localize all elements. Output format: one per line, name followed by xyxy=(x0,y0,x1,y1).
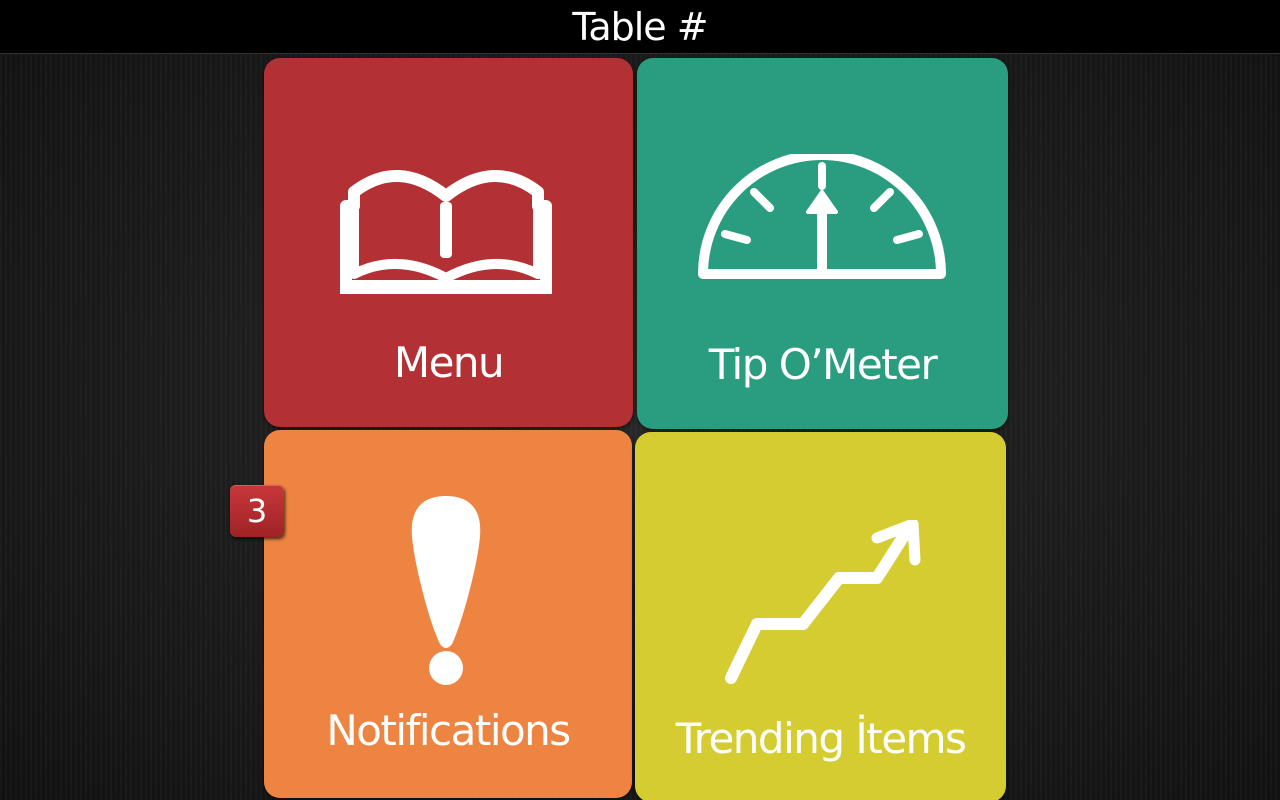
notification-count-badge: 3 xyxy=(230,485,284,537)
gauge-icon xyxy=(698,154,946,279)
notifications-tile[interactable]: Notifications xyxy=(264,430,632,798)
menu-label: Menu xyxy=(393,338,505,387)
notifications-label: Notifications xyxy=(326,706,571,755)
trend-up-arrow-icon xyxy=(725,520,921,684)
open-book-icon xyxy=(340,169,552,294)
tip-o-meter-tile[interactable]: Tip O’Meter xyxy=(637,58,1008,429)
page-title: Table # xyxy=(572,4,708,49)
trending-items-label: Trending İtems xyxy=(675,714,967,763)
app-screen: Table # Menu Tip O’Meter Notifications 3… xyxy=(0,0,1280,800)
trending-items-tile[interactable]: Trending İtems xyxy=(635,432,1006,800)
menu-tile[interactable]: Menu xyxy=(264,58,633,427)
exclamation-icon xyxy=(411,496,481,685)
title-bar: Table # xyxy=(0,0,1280,54)
tip-o-meter-label: Tip O’Meter xyxy=(708,340,938,389)
